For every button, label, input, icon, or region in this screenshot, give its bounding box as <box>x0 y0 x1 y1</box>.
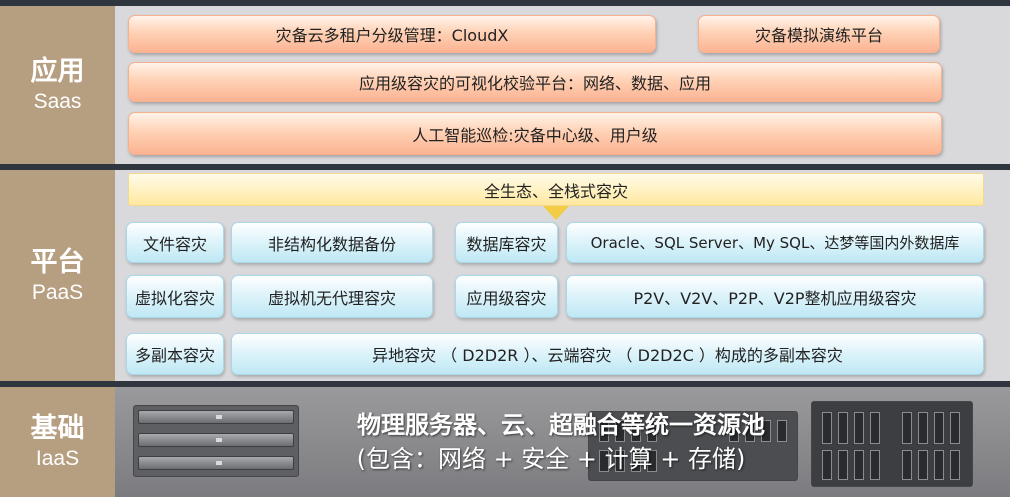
paas-layer: 平台 PaaS 全生态、全栈式容灾 文件容灾 非结构化数据备份 数据库容灾 Or… <box>0 170 1010 381</box>
saas-cloudx-box: 灾备云多租户分级管理：CloudX <box>128 15 656 53</box>
saas-layer-label: 应用 Saas <box>0 6 115 164</box>
paas-app-level-dr: 应用级容灾 <box>455 275 558 318</box>
paas-unstructured-backup: 非结构化数据备份 <box>231 222 433 263</box>
paas-multi-replica-dr: 多副本容灾 <box>126 333 224 375</box>
paas-banner: 全生态、全栈式容灾 <box>128 173 984 206</box>
saas-label-cn: 应用 <box>30 56 85 87</box>
paas-label-en: PaaS <box>31 280 84 304</box>
iaas-label-cn: 基础 <box>30 413 85 444</box>
paas-virtualization-dr: 虚拟化容灾 <box>126 275 224 318</box>
saas-label-en: Saas <box>33 90 82 113</box>
paas-multi-replica-desc: 异地容灾 （ D2D2R ）、云端容灾 （ D2D2C ）构成的多副本容灾 <box>231 333 984 375</box>
iaas-layer-label: 基础 IaaS <box>0 387 115 497</box>
banner-arrow <box>543 206 569 220</box>
paas-database-list: Oracle、SQL Server、My SQL、达梦等国内外数据库 <box>566 222 984 263</box>
paas-agentless-vm-dr: 虚拟机无代理容灾 <box>231 275 433 318</box>
hyperconverged-server-icon <box>811 401 973 487</box>
saas-drill-platform-box: 灾备模拟演练平台 <box>698 15 940 53</box>
iaas-subtitle: (包含：网络 + 安全 + 计算 + 存储) <box>356 445 746 473</box>
paas-label-cn: 平台 <box>30 246 85 278</box>
iaas-layer: 基础 IaaS 物理服务器、云、超融合等统一资源池 (包含：网络 + 安全 + … <box>0 387 1010 497</box>
paas-p2v-list: P2V、V2V、P2P、V2P整机应用级容灾 <box>566 275 984 318</box>
saas-visual-verify-box: 应用级容灾的可视化校验平台：网络、数据、应用 <box>128 62 942 102</box>
rack-server-icon <box>133 405 299 477</box>
saas-layer: 应用 Saas 灾备云多租户分级管理：CloudX 灾备模拟演练平台 应用级容灾… <box>0 6 1010 164</box>
iaas-resource-pool: 物理服务器、云、超融合等统一资源池 (包含：网络 + 安全 + 计算 + 存储) <box>115 387 1010 497</box>
iaas-label-en: IaaS <box>35 447 80 470</box>
saas-ai-inspection-box: 人工智能巡检:灾备中心级、用户级 <box>128 112 942 155</box>
iaas-title: 物理服务器、云、超融合等统一资源池 <box>357 411 765 439</box>
paas-database-dr: 数据库容灾 <box>455 222 558 263</box>
paas-layer-label: 平台 PaaS <box>0 170 115 381</box>
paas-file-dr: 文件容灾 <box>126 222 224 263</box>
